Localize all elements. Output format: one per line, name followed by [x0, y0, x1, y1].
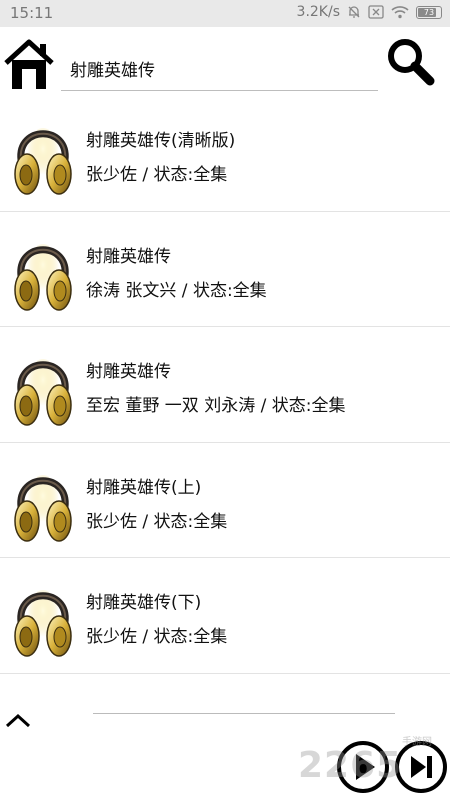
alarm-off-icon — [347, 5, 361, 19]
collapse-button[interactable] — [4, 712, 32, 730]
item-meta: 张少佐 / 状态:全集 — [86, 165, 228, 185]
home-icon — [4, 39, 54, 89]
network-speed: 3.2K/s — [296, 4, 340, 20]
list-item[interactable]: 射雕英雄传(下) 张少佐 / 状态:全集 — [0, 558, 450, 674]
item-meta: 张少佐 / 状态:全集 — [86, 511, 228, 532]
results-list: 射雕英雄传(清晰版) 张少佐 / 状态:全集 射雕英雄传 徐涛 张文兴 / 状态… — [0, 96, 450, 706]
list-item[interactable]: 射雕英雄传(上) 张少佐 / 状态:全集 — [0, 443, 450, 558]
progress-track[interactable] — [93, 713, 395, 714]
item-meta: 张少佐 / 状态:全集 — [86, 627, 228, 647]
list-item[interactable]: 射雕英雄传 至宏 董野 一双 刘永涛 / 状态:全集 — [0, 327, 450, 443]
search-button[interactable] — [385, 36, 437, 88]
list-item[interactable]: 射雕英雄传(清晰版) 张少佐 / 状态:全集 — [0, 96, 450, 212]
list-item[interactable]: 射雕英雄传 徐涛 张文兴 / 状态:全集 — [0, 212, 450, 327]
headphones-thumbnail — [13, 457, 73, 545]
search-input[interactable] — [61, 47, 378, 90]
headphones-thumbnail — [13, 110, 73, 198]
headphones-thumbnail — [13, 341, 73, 429]
headphones-thumbnail — [13, 226, 73, 314]
headphones-thumbnail — [13, 572, 73, 660]
search-icon — [388, 39, 435, 86]
item-meta: 至宏 董野 一双 刘永涛 / 状态:全集 — [86, 396, 346, 416]
item-title: 射雕英雄传 — [86, 362, 171, 382]
item-title: 射雕英雄传(清晰版) — [86, 131, 236, 151]
headphones-thumbnail — [13, 688, 73, 706]
item-meta: 徐涛 张文兴 / 状态:全集 — [86, 280, 267, 301]
item-title: 射雕英雄传 — [86, 246, 171, 267]
battery-level: 73 — [423, 7, 435, 17]
status-bar: 15:11 3.2K/s 73 — [0, 0, 450, 27]
search-field[interactable] — [61, 47, 378, 91]
watermark: 2265 — [298, 745, 403, 786]
header — [0, 27, 450, 102]
item-title: 射雕英雄传(下) — [86, 593, 202, 613]
watermark-sub: 手游网 — [402, 737, 432, 748]
sim-blocked-icon — [368, 5, 384, 19]
chevron-up-icon — [5, 713, 31, 728]
status-time: 15:11 — [10, 4, 54, 22]
status-icons: 3.2K/s 73 — [297, 4, 442, 20]
item-title: 射雕英雄传(上) — [86, 477, 202, 498]
battery-icon: 73 — [416, 5, 442, 19]
list-item[interactable]: 射雕英雄传 — [0, 674, 450, 706]
home-button[interactable] — [2, 36, 56, 92]
wifi-icon — [391, 5, 409, 19]
